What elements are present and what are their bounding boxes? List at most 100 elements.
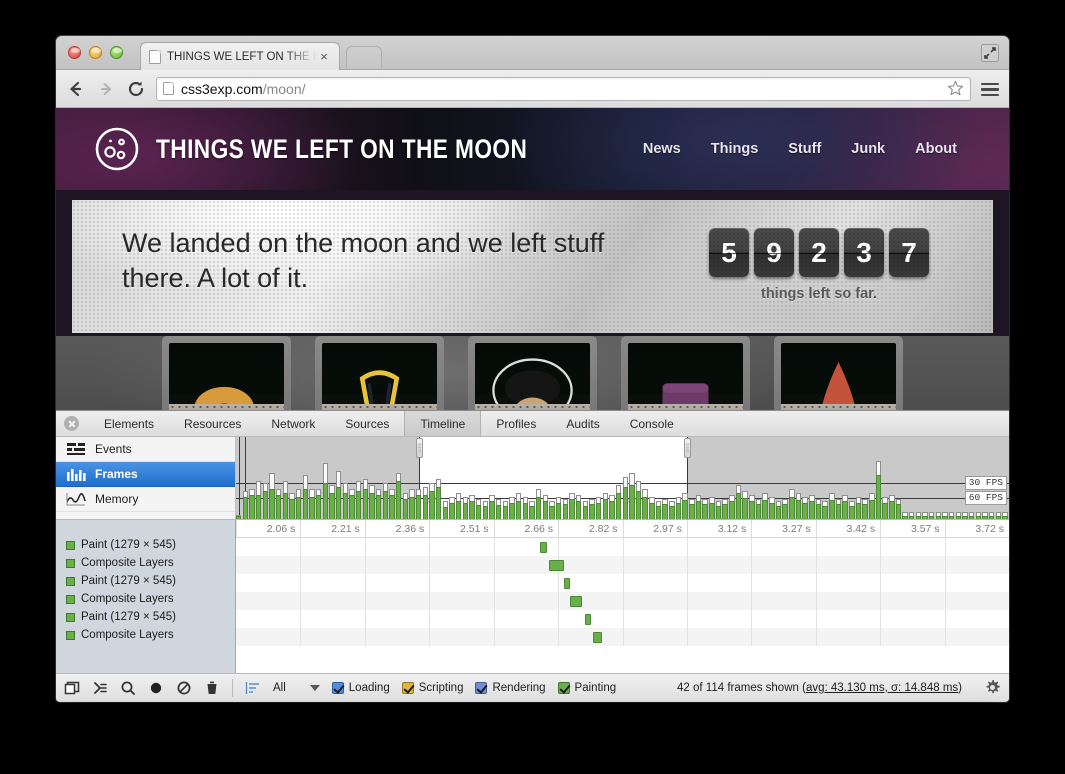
frame-bar[interactable] [409, 489, 414, 519]
frame-bar[interactable] [503, 501, 508, 519]
search-icon[interactable] [120, 680, 136, 696]
tab-sources[interactable]: Sources [330, 411, 404, 436]
frame-bar[interactable] [909, 512, 914, 519]
frame-bar[interactable] [336, 471, 341, 519]
hamburger-menu-icon[interactable] [981, 80, 999, 98]
frame-bar[interactable] [629, 473, 634, 519]
console-drawer-icon[interactable] [92, 680, 108, 696]
frame-bar[interactable] [463, 497, 468, 519]
frame-bar[interactable] [236, 515, 241, 519]
frame-bar[interactable] [976, 512, 981, 519]
close-icon[interactable]: × [317, 50, 331, 64]
tab-profiles[interactable]: Profiles [481, 411, 551, 436]
browser-tab[interactable]: THINGS WE LEFT ON THE M × [140, 42, 340, 70]
minimize-window-button[interactable] [89, 46, 102, 59]
record-row[interactable] [236, 592, 1009, 610]
trash-icon[interactable] [204, 680, 220, 696]
frame-bar[interactable] [902, 512, 907, 519]
frame-bar[interactable] [476, 499, 481, 519]
frame-bar[interactable] [989, 512, 994, 519]
frame-bar[interactable] [716, 501, 721, 519]
frame-bar[interactable] [982, 512, 987, 519]
frames-filter-icon[interactable] [245, 680, 261, 696]
nav-item-junk[interactable]: Junk [851, 141, 885, 157]
star-icon[interactable] [947, 80, 964, 97]
frame-bar[interactable] [516, 493, 521, 519]
record-label[interactable]: Paint (1279 × 545) [56, 608, 235, 626]
sidebar-item-events[interactable]: Events [56, 437, 235, 462]
filter-loading[interactable]: Loading [332, 682, 390, 694]
frame-bar[interactable] [436, 479, 441, 519]
forward-arrow-icon[interactable] [96, 79, 116, 99]
frame-bar[interactable] [682, 493, 687, 519]
frame-bar[interactable] [829, 493, 834, 519]
frame-bar[interactable] [603, 493, 608, 519]
tab-resources[interactable]: Resources [169, 411, 256, 436]
frame-bar[interactable] [929, 512, 934, 519]
frame-bar[interactable] [822, 501, 827, 519]
sidebar-item-frames[interactable]: Frames [56, 462, 235, 487]
frame-bar[interactable] [416, 489, 421, 519]
address-bar[interactable]: css3exp.com/moon/ [156, 77, 971, 101]
frame-bar[interactable] [962, 512, 967, 519]
frame-bar[interactable] [489, 495, 494, 519]
frame-bar[interactable] [802, 497, 807, 519]
nav-item-stuff[interactable]: Stuff [788, 141, 821, 157]
frames-graph[interactable]: 30 FPS 60 FPS [236, 437, 1009, 519]
frame-bar[interactable] [882, 497, 887, 519]
frame-bar[interactable] [449, 497, 454, 519]
frame-bar[interactable] [296, 489, 301, 519]
new-tab-button[interactable] [346, 46, 382, 68]
record-bar[interactable] [564, 578, 570, 589]
frame-bar[interactable] [523, 497, 528, 519]
checkbox-scripting[interactable] [402, 682, 414, 694]
filter-rendering[interactable]: Rendering [475, 682, 545, 694]
frame-bar[interactable] [289, 493, 294, 519]
frame-bar[interactable] [749, 495, 754, 519]
frame-bar[interactable] [656, 501, 661, 519]
frame-bar[interactable] [396, 473, 401, 519]
frame-bar[interactable] [869, 493, 874, 519]
frame-bar[interactable] [709, 497, 714, 519]
frame-bar[interactable] [496, 499, 501, 519]
frame-bar[interactable] [256, 481, 261, 519]
frame-bar[interactable] [876, 461, 881, 519]
frame-bar[interactable] [769, 497, 774, 519]
frame-bar[interactable] [623, 477, 628, 519]
tab-audits[interactable]: Audits [551, 411, 614, 436]
nav-item-things[interactable]: Things [711, 141, 759, 157]
frame-bar[interactable] [383, 483, 388, 519]
frame-bar[interactable] [343, 483, 348, 519]
checkbox-loading[interactable] [332, 682, 344, 694]
frame-bar[interactable] [403, 493, 408, 519]
frame-bar[interactable] [529, 501, 534, 519]
record-bar[interactable] [570, 596, 582, 607]
frame-bar[interactable] [849, 501, 854, 519]
tab-elements[interactable]: Elements [89, 411, 169, 436]
frame-bar[interactable] [856, 497, 861, 519]
record-label[interactable]: Composite Layers [56, 554, 235, 572]
frame-bar[interactable] [543, 495, 548, 519]
frame-bar[interactable] [536, 489, 541, 519]
frame-bar[interactable] [696, 495, 701, 519]
frame-bar[interactable] [576, 495, 581, 519]
frame-bar[interactable] [842, 495, 847, 519]
frame-bar[interactable] [249, 489, 254, 519]
frame-bar[interactable] [276, 489, 281, 519]
frame-bar[interactable] [1002, 512, 1007, 519]
nav-item-news[interactable]: News [643, 141, 681, 157]
frame-bar[interactable] [589, 499, 594, 519]
record-bar[interactable] [540, 542, 547, 553]
record-label[interactable]: Paint (1279 × 545) [56, 572, 235, 590]
frame-bar[interactable] [816, 499, 821, 519]
frame-bar[interactable] [736, 485, 741, 519]
frame-bar[interactable] [303, 475, 308, 519]
record-row[interactable] [236, 574, 1009, 592]
frame-bar[interactable] [349, 489, 354, 519]
record-bar[interactable] [585, 614, 590, 625]
maximize-icon[interactable] [981, 44, 999, 62]
frame-bar[interactable] [556, 497, 561, 519]
frame-bar[interactable] [243, 491, 248, 519]
frame-bar[interactable] [549, 501, 554, 519]
gear-icon[interactable] [984, 679, 1001, 696]
